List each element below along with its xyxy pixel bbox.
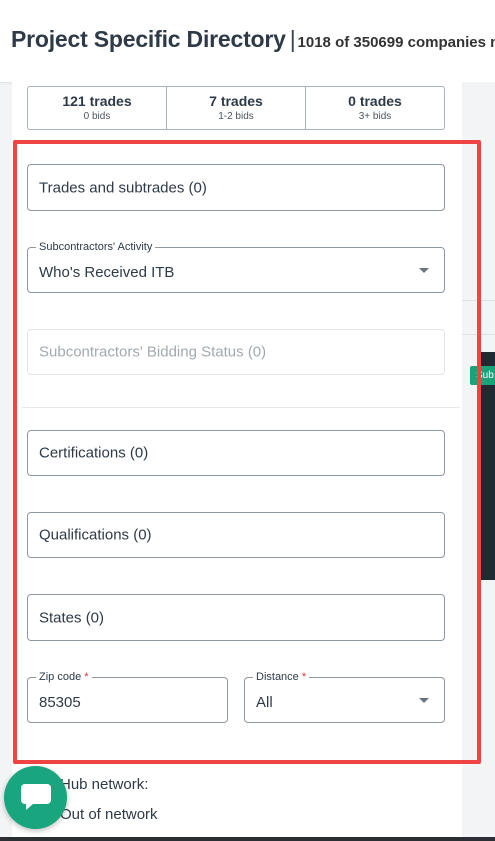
sub-tag: Sub xyxy=(470,366,495,385)
results-divider-2 xyxy=(462,334,495,335)
match-count: 1018 of 350699 companies match xyxy=(297,34,495,51)
distance-value: All xyxy=(256,694,273,711)
zip-code-legend: Zip code * xyxy=(36,671,92,684)
states-field[interactable]: States (0) xyxy=(27,594,445,641)
qualifications-label: Qualifications (0) xyxy=(39,526,152,544)
stat-0-bids[interactable]: 121 trades 0 bids xyxy=(28,87,167,129)
stat-count: 121 trades xyxy=(62,93,132,109)
stat-1-2-bids[interactable]: 7 trades 1-2 bids xyxy=(167,87,306,129)
subcontractors-activity-select[interactable]: Subcontractors' Activity Who's Received … xyxy=(27,241,445,293)
section-divider xyxy=(22,407,460,408)
window-bottom-edge xyxy=(0,837,495,841)
chat-icon xyxy=(21,784,51,810)
distance-legend-text: Distance xyxy=(256,671,299,683)
zip-code-legend-text: Zip code xyxy=(39,671,82,683)
stat-bids: 0 bids xyxy=(83,111,111,122)
activity-legend: Subcontractors' Activity xyxy=(36,241,156,254)
stat-bids: 3+ bids xyxy=(358,111,392,122)
zip-code-value: 85305 xyxy=(39,694,81,711)
stat-count: 7 trades xyxy=(209,93,263,109)
results-divider xyxy=(462,300,495,301)
page-title: Project Specific Directory | 1018 of 35069… xyxy=(11,26,495,53)
activity-value: Who's Received ITB xyxy=(39,264,175,281)
title-text: Project Specific Directory xyxy=(11,26,286,52)
trades-subtrades-label: Trades and subtrades (0) xyxy=(39,179,207,196)
qualifications-field[interactable]: Qualifications (0) xyxy=(27,512,445,558)
out-of-network-option[interactable]: Out of network xyxy=(60,806,158,823)
result-card-edge xyxy=(480,352,495,580)
stat-count: 0 trades xyxy=(348,93,402,109)
bidding-status-field: Subcontractors' Bidding Status (0) xyxy=(27,329,445,375)
required-marker: * xyxy=(84,671,89,683)
distance-legend: Distance * xyxy=(253,671,310,684)
bidding-status-label: Subcontractors' Bidding Status (0) xyxy=(39,343,267,361)
distance-select[interactable]: Distance * All xyxy=(244,671,445,723)
page-header: Project Specific Directory | 1018 of 35069… xyxy=(0,0,495,83)
chevron-down-icon xyxy=(419,268,429,273)
stat-bids: 1-2 bids xyxy=(218,111,254,122)
required-marker: * xyxy=(301,671,307,683)
states-label: States (0) xyxy=(39,609,105,626)
title-separator: | xyxy=(289,26,296,52)
hub-network-label: Hub network: xyxy=(60,776,149,793)
chevron-down-icon xyxy=(419,698,429,703)
certifications-field[interactable]: Certifications (0) xyxy=(27,430,445,476)
trades-subtrades-field[interactable]: Trades and subtrades (0) xyxy=(27,164,445,211)
zip-code-input[interactable]: Zip code * 85305 xyxy=(27,671,228,723)
stat-3plus-bids[interactable]: 0 trades 3+ bids xyxy=(306,87,444,129)
certifications-label: Certifications (0) xyxy=(39,444,149,462)
trade-stats: 121 trades 0 bids 7 trades 1-2 bids 0 tr… xyxy=(27,86,445,130)
chat-button[interactable] xyxy=(4,766,67,829)
